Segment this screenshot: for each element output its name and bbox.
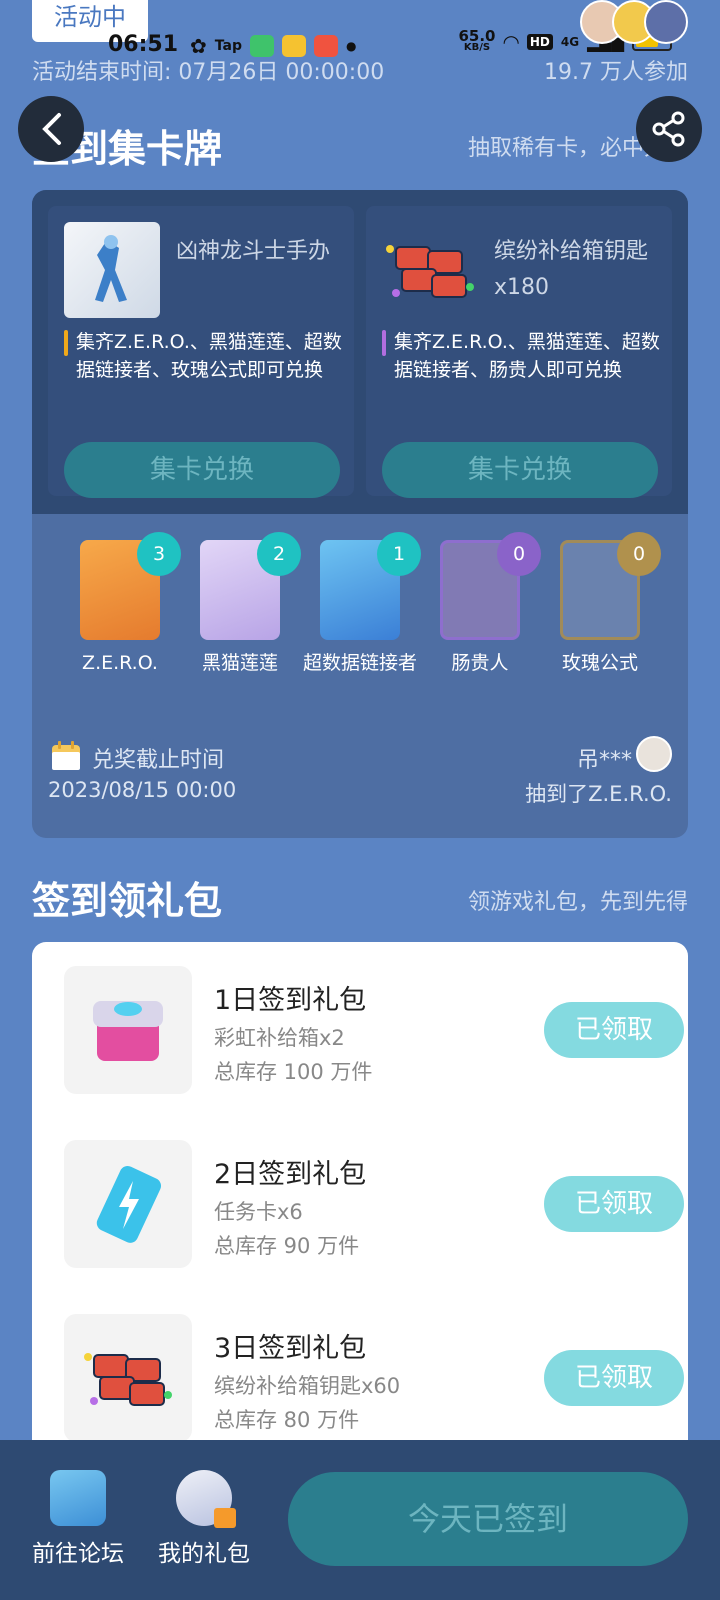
card-name: 肠贵人 [451,652,509,674]
share-icon [652,111,685,147]
prize-name: 凶神龙斗士手办 [176,239,331,264]
gift-stock: 总库存 90 万件 [214,1234,360,1258]
dragon-figure-image [64,222,160,318]
claimed-button[interactable]: 已领取 [544,1350,684,1406]
forum-icon [50,1470,106,1526]
character-card-list: 3 Z.E.R.O. 2 黑猫莲莲 1 超数据链接者 0 肠贵人 0 玫瑰公式 [32,532,688,677]
prize-card-keys: 缤纷补给箱钥匙x180 集齐Z.E.R.O.、黑猫莲莲、超数据链接者、肠贵人即可… [366,206,672,498]
gift-title: 1日签到礼包 [214,985,367,1016]
gift-stock: 总库存 80 万件 [214,1408,360,1432]
hd-icon: HD [526,34,553,50]
prize-area: 凶神龙斗士手办 集齐Z.E.R.O.、黑猫莲莲、超数据链接者、玫瑰公式即可兑换 … [32,190,688,514]
card-count-badge: 0 [497,532,541,576]
winner-name: 吊*** [576,748,632,773]
gift-section-title: 签到领礼包 [32,879,223,923]
gift-item-day3: 3日签到礼包 缤纷补给箱钥匙x60 总库存 80 万件 已领取 [64,1314,684,1444]
gift-content: 任务卡x6 [214,1200,303,1224]
share-button[interactable] [636,96,702,162]
card-collection-panel: 凶神龙斗士手办 集齐Z.E.R.O.、黑猫莲莲、超数据链接者、玫瑰公式即可兑换 … [32,190,688,838]
character-card-chang-guiren[interactable]: 0 肠贵人 [439,532,541,677]
forum-label: 前往论坛 [32,1541,124,1567]
winner-result: 抽到了Z.E.R.O. [525,782,672,806]
card-count-badge: 2 [257,532,301,576]
prize-description: 集齐Z.E.R.O.、黑猫莲莲、超数据链接者、玫瑰公式即可兑换 [76,331,342,381]
card-name: 玫瑰公式 [561,652,638,674]
participant-count: 19.7 万人参加 [544,60,688,85]
supply-keys-image [382,222,478,318]
prize-name: 缤纷补给箱钥匙x180 [494,239,649,300]
card-name: 黑猫莲莲 [201,652,278,674]
my-gifts-label: 我的礼包 [158,1541,250,1567]
gift-content: 彩虹补给箱x2 [214,1026,345,1050]
gift-content: 缤纷补给箱钥匙x60 [214,1374,401,1398]
exchange-button[interactable]: 集卡兑换 [382,442,658,498]
card-count-badge: 0 [617,532,661,576]
gift-box-icon [176,1470,236,1528]
card-name: Z.E.R.O. [82,652,158,674]
activity-end-time: 活动结束时间: 07月26日 00:00:00 [32,60,385,85]
rainbow-box-image [64,966,192,1094]
gift-title: 3日签到礼包 [214,1333,367,1364]
participant-avatars [580,0,688,44]
claimed-button[interactable]: 已领取 [544,1002,684,1058]
net-speed-value: 65.0 [458,27,496,45]
avatar [644,0,688,44]
supply-keys-image [64,1314,192,1442]
gift-item-day1: 1日签到礼包 彩虹补给箱x2 总库存 100 万件 已领取 [64,966,684,1096]
winner-avatar [636,736,672,772]
character-card-zero[interactable]: 3 Z.E.R.O. [79,532,181,677]
prize-accent-bar [382,330,386,356]
forum-link[interactable]: 前往论坛 [32,1470,124,1568]
prize-description: 集齐Z.E.R.O.、黑猫莲莲、超数据链接者、肠贵人即可兑换 [394,331,660,381]
net-speed-unit: KB/S [463,42,491,53]
deadline-label: 兑奖截止时间 [92,748,225,773]
prize-card-figure: 凶神龙斗士手办 集齐Z.E.R.O.、黑猫莲莲、超数据链接者、玫瑰公式即可兑换 … [48,206,354,498]
gift-list-panel: 1日签到礼包 彩虹补给箱x2 总库存 100 万件 已领取 2日签到礼包 任务卡… [32,942,688,1462]
gift-title: 2日签到礼包 [214,1159,367,1190]
gift-item-day2: 2日签到礼包 任务卡x6 总库存 90 万件 已领取 [64,1140,684,1270]
exchange-button[interactable]: 集卡兑换 [64,442,340,498]
gift-stock: 总库存 100 万件 [214,1060,373,1084]
gift-section-subtitle: 领游戏礼包，先到先得 [467,890,688,915]
claimed-button[interactable]: 已领取 [544,1176,684,1232]
my-gifts-link[interactable]: 我的礼包 [158,1470,250,1568]
signal-label: 4G [560,35,580,49]
chevron-left-icon [42,113,61,145]
card-count-badge: 1 [377,532,421,576]
task-card-image [64,1140,192,1268]
tap-icon: Tap [214,38,242,54]
deadline-value: 2023/08/15 00:00 [48,778,237,802]
prize-accent-bar [64,330,68,356]
card-name: 超数据链接者 [302,652,417,674]
signed-in-today-button[interactable]: 今天已签到 [288,1472,688,1566]
back-button[interactable] [18,96,84,162]
card-count-badge: 3 [137,532,181,576]
wifi-icon: ◠ [503,30,519,54]
notification-dot-icon: ● [345,39,357,53]
character-card-rose-formula[interactable]: 0 玫瑰公式 [559,532,661,677]
character-card-black-cat[interactable]: 2 黑猫莲莲 [199,532,301,677]
character-card-data-linker[interactable]: 1 超数据链接者 [303,532,421,677]
bottom-action-bar: 前往论坛 我的礼包 今天已签到 [0,1440,720,1600]
calendar-icon [52,741,80,770]
